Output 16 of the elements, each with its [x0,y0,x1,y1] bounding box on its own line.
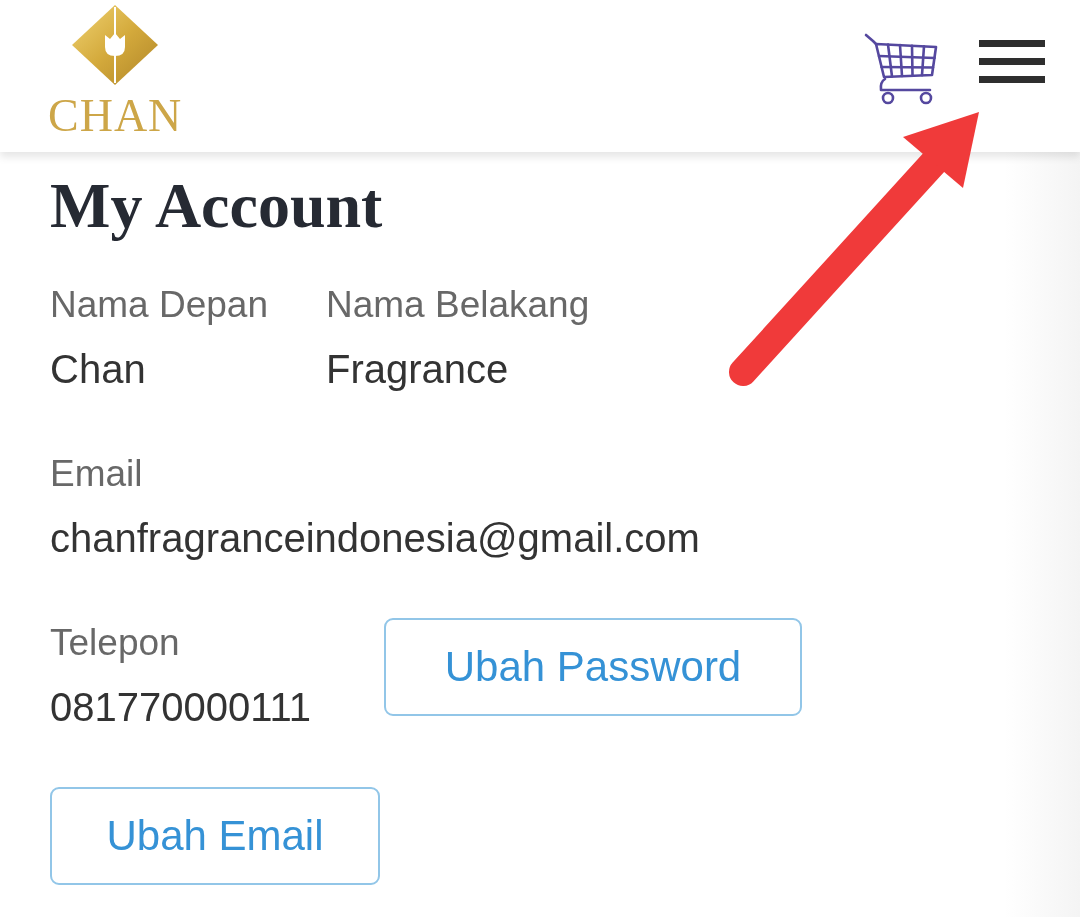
field-label: Email [50,455,143,492]
diamond-logo-icon [72,5,159,85]
field-value: Fragrance [326,349,509,389]
field-label: Nama Depan [50,286,268,323]
brand-name: CHAN [48,93,183,139]
field-label: Telepon [50,624,180,661]
field-label: Nama Belakang [326,286,590,323]
change-password-button[interactable]: Ubah Password [384,618,802,716]
shopping-cart-icon [863,32,939,106]
menu-icon [979,40,1045,84]
cart-button[interactable] [863,32,939,106]
field-value: 081770000111 [50,687,311,727]
field-value: chanfragranceindonesia@gmail.com [50,518,700,558]
menu-button[interactable] [979,40,1045,84]
change-email-button[interactable]: Ubah Email [50,787,380,885]
field-value: Chan [50,349,146,389]
